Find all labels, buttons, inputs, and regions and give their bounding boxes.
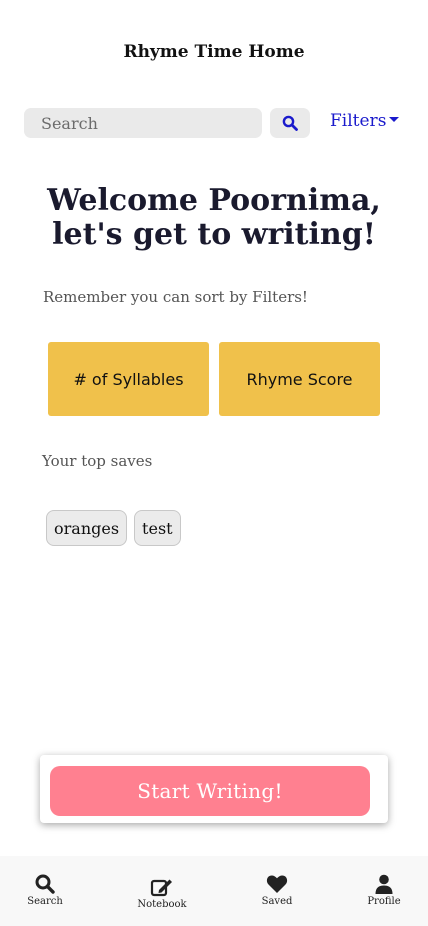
start-writing-card: Start Writing! [40, 755, 388, 823]
nav-notebook-label: Notebook [137, 899, 187, 910]
page-title: Rhyme Time Home [123, 42, 305, 62]
edit-icon [150, 879, 172, 897]
nav-saved-label: Saved [261, 896, 293, 907]
saved-word-chip[interactable]: oranges [46, 510, 128, 546]
nav-saved[interactable]: Saved [242, 874, 312, 907]
filters-hint: Remember you can sort by Filters! [43, 288, 308, 306]
heart-icon [266, 875, 288, 893]
filters-dropdown[interactable]: Filters [330, 111, 400, 131]
welcome-heading: Welcome Poornima, let's get to writing! [0, 184, 428, 252]
saved-word-chip[interactable]: test [134, 510, 181, 546]
search-icon [35, 874, 55, 894]
welcome-line-2: let's get to writing! [52, 217, 376, 252]
search-button[interactable] [270, 108, 310, 138]
nav-profile[interactable]: Profile [349, 874, 419, 907]
start-writing-button[interactable]: Start Writing! [50, 766, 370, 816]
home-screen: Rhyme Time Home Filters Welcome Poornima… [0, 0, 428, 926]
chevron-down-icon [389, 117, 400, 122]
top-saves-list: oranges test [46, 510, 181, 546]
sort-rhyme-score-button[interactable]: Rhyme Score [219, 342, 380, 416]
welcome-line-1: Welcome Poornima, [47, 183, 381, 218]
nav-notebook[interactable]: Notebook [127, 877, 197, 910]
bottom-nav: Search Notebook Saved Profile [0, 856, 428, 926]
filters-label: Filters [330, 111, 387, 131]
nav-profile-label: Profile [367, 896, 401, 907]
search-icon [282, 115, 298, 131]
search-input[interactable] [24, 108, 262, 138]
sort-syllables-button[interactable]: # of Syllables [48, 342, 209, 416]
user-icon [375, 874, 393, 894]
top-saves-label: Your top saves [42, 452, 153, 470]
search-bar: Filters [24, 108, 404, 140]
nav-search[interactable]: Search [10, 874, 80, 907]
nav-search-label: Search [27, 896, 63, 907]
